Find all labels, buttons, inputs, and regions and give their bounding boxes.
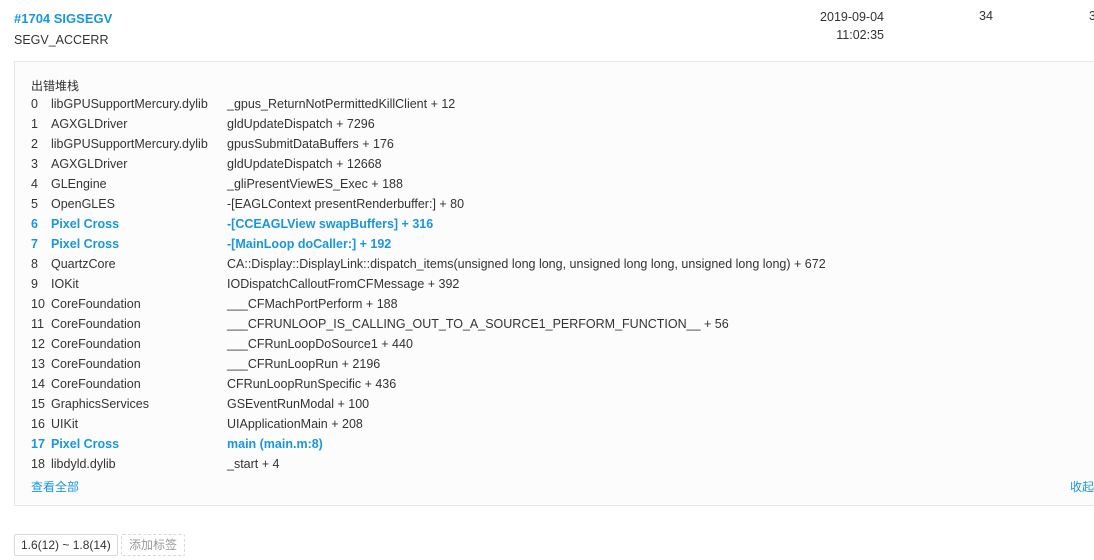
frame-index: 7 bbox=[31, 237, 38, 251]
collapse-link[interactable]: 收起 bbox=[1070, 478, 1094, 495]
frame-symbol: ___CFRunLoopDoSource1 + 440 bbox=[227, 337, 413, 351]
frame-module: IOKit bbox=[51, 277, 79, 291]
frame-symbol: -[EAGLContext presentRenderbuffer:] + 80 bbox=[227, 197, 465, 211]
frame-symbol: CFRunLoopRunSpecific + 436 bbox=[227, 377, 397, 391]
show-all-link[interactable]: 查看全部 bbox=[31, 478, 79, 495]
frame-symbol: gldUpdateDispatch + 12668 bbox=[227, 157, 382, 171]
frame-index: 9 bbox=[31, 277, 38, 291]
frame-symbol: _start + 4 bbox=[227, 457, 280, 471]
frame-index: 6 bbox=[31, 217, 38, 231]
frame-symbol: ___CFMachPortPerform + 188 bbox=[227, 297, 398, 311]
frame-symbol: -[MainLoop doCaller:] + 192 bbox=[227, 237, 392, 251]
frame-module: Pixel Cross bbox=[51, 437, 120, 451]
frame-symbol: gldUpdateDispatch + 7296 bbox=[227, 117, 375, 131]
stack-trace-panel: 出错堆栈 0 libGPUSupportMercury.dylib _gpus_Re… bbox=[14, 61, 1094, 506]
issue-title-link[interactable]: #1704 SIGSEGV bbox=[14, 11, 112, 26]
frame-symbol: UIApplicationMain + 208 bbox=[227, 417, 363, 431]
frame-symbol: main (main.m:8) bbox=[227, 437, 323, 451]
add-tag-button[interactable]: 添加标签 bbox=[121, 534, 186, 556]
frame-index: 0 bbox=[31, 97, 38, 111]
frame-module: libGPUSupportMercury.dylib bbox=[51, 97, 208, 111]
frame-module: Pixel Cross bbox=[51, 217, 120, 231]
issue-timestamp: 2019-09-04 11:02:35 bbox=[820, 8, 884, 44]
frame-symbol: gpusSubmitDataBuffers + 176 bbox=[227, 137, 394, 151]
version-range-tag[interactable]: 1.6(12) ~ 1.8(14) bbox=[14, 534, 118, 556]
frame-module: CoreFoundation bbox=[51, 337, 141, 351]
frame-module: UIKit bbox=[51, 417, 79, 431]
frame-module: AGXGLDriver bbox=[51, 117, 128, 131]
frame-index: 11 bbox=[31, 317, 44, 331]
frame-symbol: -[CCEAGLView swapBuffers] + 316 bbox=[227, 217, 434, 231]
frame-symbol: _gpus_ReturnNotPermittedKillClient + 12 bbox=[227, 97, 456, 111]
frame-module: CoreFoundation bbox=[51, 377, 141, 391]
issue-date: 2019-09-04 bbox=[820, 10, 884, 24]
frame-index: 14 bbox=[31, 377, 45, 391]
frame-module: libdyld.dylib bbox=[51, 457, 116, 471]
frame-index: 13 bbox=[31, 357, 45, 371]
frame-index: 5 bbox=[31, 197, 38, 211]
frame-module: CoreFoundation bbox=[51, 357, 141, 371]
frame-module: QuartzCore bbox=[51, 257, 116, 271]
frame-index: 4 bbox=[31, 177, 38, 191]
frame-symbol: IODispatchCalloutFromCFMessage + 392 bbox=[227, 277, 460, 291]
frame-module: CoreFoundation bbox=[51, 297, 141, 311]
frame-module: AGXGLDriver bbox=[51, 157, 128, 171]
frame-module: GLEngine bbox=[51, 177, 107, 191]
issue-time: 11:02:35 bbox=[836, 28, 884, 42]
issue-detail-page: #1704 SIGSEGV SEGV_ACCERR 2019-09-04 11:… bbox=[0, 0, 1094, 560]
frame-index: 16 bbox=[31, 417, 45, 431]
frame-index: 17 bbox=[31, 437, 45, 451]
frame-index: 3 bbox=[31, 157, 38, 171]
frame-module: OpenGLES bbox=[51, 197, 115, 211]
stack-trace-heading: 出错堆栈 bbox=[31, 79, 80, 93]
frame-module: CoreFoundation bbox=[51, 317, 141, 331]
issue-occurrence-count: 34 bbox=[979, 9, 993, 23]
frame-symbol: GSEventRunModal + 100 bbox=[227, 397, 370, 411]
frame-index: 8 bbox=[31, 257, 38, 271]
frame-symbol: _gliPresentViewES_Exec + 188 bbox=[227, 177, 403, 191]
issue-signal-code: SEGV_ACCERR bbox=[14, 33, 109, 47]
frame-index: 1 bbox=[31, 117, 38, 131]
frame-module: libGPUSupportMercury.dylib bbox=[51, 137, 208, 151]
frame-symbol: CA::Display::DisplayLink::dispatch_items… bbox=[227, 257, 826, 271]
frame-module: GraphicsServices bbox=[51, 397, 149, 411]
frame-index: 15 bbox=[31, 397, 45, 411]
frame-index: 18 bbox=[31, 457, 45, 471]
issue-affected-count: 3 bbox=[1089, 9, 1094, 23]
frame-index: 10 bbox=[31, 297, 45, 311]
frame-symbol: ___CFRUNLOOP_IS_CALLING_OUT_TO_A_SOURCE1… bbox=[227, 317, 729, 331]
frame-index: 12 bbox=[31, 337, 45, 351]
frame-symbol: ___CFRunLoopRun + 2196 bbox=[227, 357, 381, 371]
frame-module: Pixel Cross bbox=[51, 237, 120, 251]
frame-index: 2 bbox=[31, 137, 38, 151]
